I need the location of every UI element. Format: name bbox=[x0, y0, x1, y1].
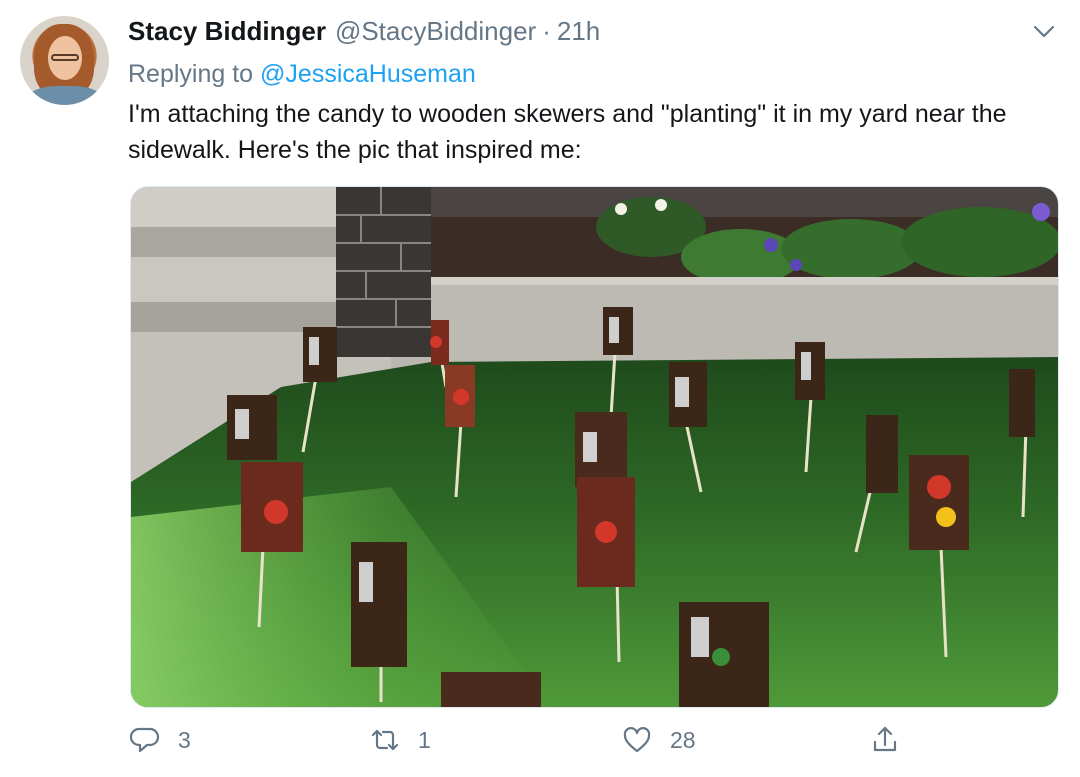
tweet-header: Stacy Biddinger @StacyBiddinger · 21h bbox=[128, 16, 600, 47]
replying-to-label: Replying to bbox=[128, 60, 254, 88]
replying-to: Replying to @JessicaHuseman bbox=[128, 60, 476, 89]
heart-icon bbox=[623, 727, 651, 753]
timestamp[interactable]: 21h bbox=[557, 16, 600, 47]
avatar-glasses bbox=[51, 54, 79, 61]
avatar-shirt bbox=[28, 86, 102, 105]
retweet-icon bbox=[371, 729, 399, 751]
display-name[interactable]: Stacy Biddinger bbox=[128, 16, 326, 47]
separator-dot: · bbox=[542, 16, 551, 46]
tweet-photo[interactable] bbox=[130, 186, 1059, 708]
like-button[interactable]: 28 bbox=[622, 725, 696, 755]
share-icon bbox=[873, 726, 897, 752]
tweet-actions: 3 1 28 bbox=[130, 725, 920, 765]
chevron-down-icon[interactable] bbox=[1030, 18, 1058, 46]
reply-icon bbox=[130, 727, 160, 753]
candy-lawn-photo bbox=[131, 187, 1058, 707]
share-button[interactable] bbox=[870, 725, 900, 755]
mention-link[interactable]: @JessicaHuseman bbox=[260, 60, 476, 88]
retweet-button[interactable]: 1 bbox=[370, 725, 431, 755]
tweet-text: I'm attaching the candy to wooden skewer… bbox=[128, 100, 1007, 164]
like-count: 28 bbox=[670, 726, 696, 753]
user-handle[interactable]: @StacyBiddinger bbox=[335, 16, 536, 47]
reply-count: 3 bbox=[178, 726, 191, 753]
avatar[interactable] bbox=[20, 16, 109, 105]
retweet-count: 1 bbox=[418, 726, 431, 753]
reply-button[interactable]: 3 bbox=[130, 725, 191, 755]
tweet[interactable]: Stacy Biddinger @StacyBiddinger · 21h Re… bbox=[0, 0, 1080, 777]
